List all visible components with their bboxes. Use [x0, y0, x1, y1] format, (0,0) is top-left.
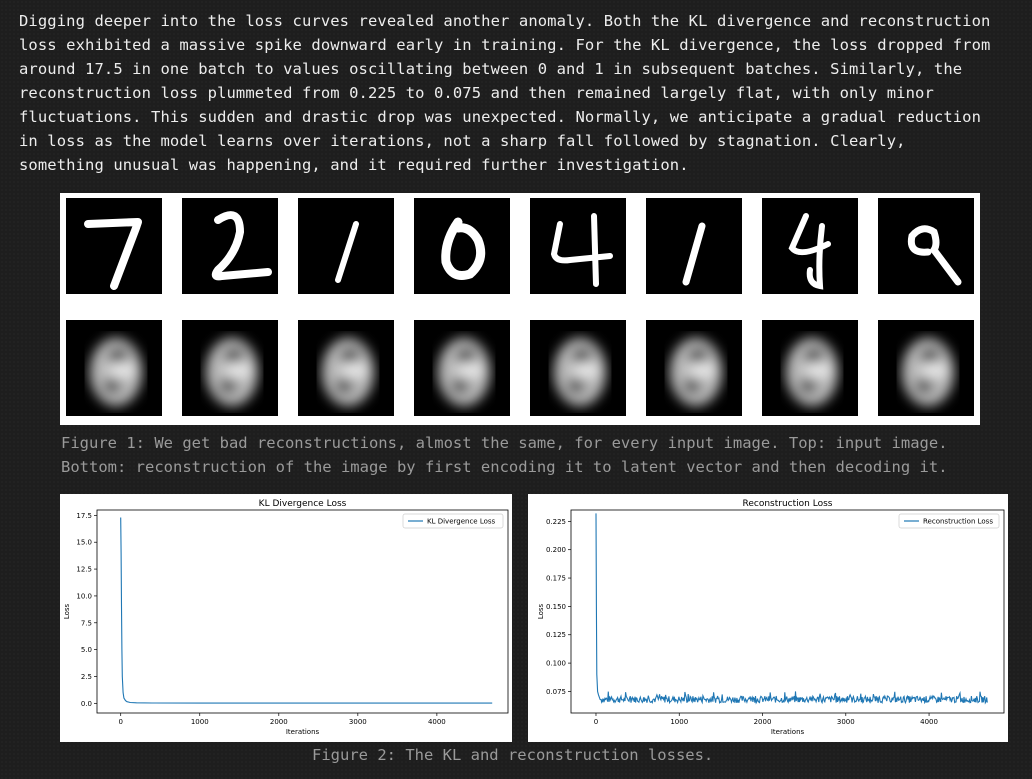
paragraph-line: loss exhibited a massive spike downward … [19, 36, 991, 54]
input-digit-image [646, 198, 742, 294]
x-tick-label: 3000 [349, 718, 367, 726]
figure-1-image-grid [60, 193, 980, 425]
y-tick-label: 0.225 [546, 518, 566, 526]
x-axis-label: Iterations [286, 728, 320, 736]
x-tick-label: 2000 [270, 718, 288, 726]
digit-7-drawing [84, 218, 142, 290]
input-digit-image [878, 198, 974, 294]
figure-2-caption: Figure 2: The KL and reconstruction loss… [312, 746, 714, 764]
input-digit-image [182, 198, 278, 294]
y-tick-label: 12.5 [76, 566, 92, 574]
paragraph-line: in loss as the model learns over iterati… [19, 132, 906, 150]
x-tick-label: 4000 [428, 718, 446, 726]
y-tick-label: 15.0 [76, 539, 92, 547]
chart-title: KL Divergence Loss [259, 499, 347, 509]
digit-0-drawing [441, 217, 486, 280]
blurry-reconstruction-drawing [438, 338, 490, 406]
body-paragraph: Digging deeper into the loss curves reve… [19, 9, 1019, 177]
reconstruction-image [878, 320, 974, 416]
kl-divergence-plot: KL Divergence Loss 0 1000 2000 3000 4000 0.0 2.… [60, 494, 512, 742]
legend-label: KL Divergence Loss [427, 518, 496, 526]
input-digit-image [66, 198, 162, 294]
reconstruction-image [298, 320, 394, 416]
x-tick-label: 1000 [191, 718, 209, 726]
x-axis-label: Iterations [771, 728, 805, 736]
reconstruction-image [414, 320, 510, 416]
y-tick-label: 0.200 [546, 546, 566, 554]
y-tick-label: 17.5 [76, 512, 92, 520]
reconstruction-image [530, 320, 626, 416]
legend-label: Reconstruction Loss [923, 518, 993, 526]
digit-2-drawing [211, 211, 272, 281]
blurry-reconstruction-drawing [90, 338, 142, 406]
figure-1-caption-line-1: Figure 1: We get bad reconstructions, al… [61, 434, 948, 452]
plot-frame [96, 509, 509, 714]
x-tick-label: 3000 [837, 718, 855, 726]
reconstruction-image [646, 320, 742, 416]
series-line [120, 517, 493, 704]
reconstruction-loss-chart-svg: Reconstruction Loss 0 1000 2000 3000 4000 0.07… [537, 499, 1005, 736]
input-digit-image [762, 198, 858, 294]
y-tick-label: 0.150 [546, 603, 566, 611]
digit-1-drawing [335, 221, 359, 283]
y-tick-label: 0.100 [546, 660, 566, 668]
reconstruction-image [762, 320, 858, 416]
blurry-reconstruction-drawing [322, 338, 374, 406]
input-digit-image [298, 198, 394, 294]
paragraph-line: Digging deeper into the loss curves reve… [19, 12, 991, 30]
y-tick-label: 5.0 [81, 646, 92, 654]
y-tick-label: 2.5 [81, 673, 92, 681]
blurry-reconstruction-drawing [670, 338, 722, 406]
paragraph-line: fluctuations. This sudden and drastic dr… [19, 108, 982, 126]
series-line [595, 513, 988, 705]
paragraph-line: reconstruction loss plummeted from 0.225… [19, 84, 934, 102]
input-digit-image [414, 198, 510, 294]
chart-title: Reconstruction Loss [743, 499, 833, 509]
digit-9-drawing [907, 225, 962, 286]
blurry-reconstruction-drawing [206, 338, 258, 406]
figure-1-caption-line-2: Bottom: reconstruction of the image by f… [61, 458, 948, 476]
paragraph-line: around 17.5 in one batch to values oscil… [19, 60, 963, 78]
x-tick-label: 2000 [754, 718, 772, 726]
x-tick-label: 0 [118, 718, 122, 726]
y-axis-label: Loss [537, 603, 545, 619]
blurry-reconstruction-drawing [554, 338, 606, 406]
y-tick-label: 0.075 [546, 688, 566, 696]
y-tick-label: 0.125 [546, 631, 566, 639]
x-tick-label: 4000 [920, 718, 938, 726]
y-tick-label: 10.0 [76, 592, 92, 600]
y-tick-label: 0.0 [81, 700, 92, 708]
paragraph-line: something unusual was happening, and it … [19, 156, 689, 174]
reconstruction-image [182, 320, 278, 416]
digit-1-drawing [682, 222, 706, 286]
digit-4-drawing [550, 213, 613, 287]
reconstruction-image [66, 320, 162, 416]
plot-frame [570, 509, 1005, 714]
input-digit-image [530, 198, 626, 294]
x-tick-label: 1000 [670, 718, 688, 726]
blurry-reconstruction-drawing [786, 338, 838, 406]
y-tick-label: 7.5 [81, 619, 92, 627]
y-tick-label: 0.175 [546, 575, 566, 583]
blurry-reconstruction-drawing [902, 338, 954, 406]
reconstruction-loss-plot: Reconstruction Loss 0 1000 2000 3000 4000 0.07… [528, 494, 1008, 742]
digit-4-drawing [788, 213, 831, 290]
kl-divergence-chart-svg: KL Divergence Loss 0 1000 2000 3000 4000 0.0 2.… [63, 499, 509, 736]
y-axis-label: Loss [63, 603, 71, 619]
x-tick-label: 0 [594, 718, 598, 726]
